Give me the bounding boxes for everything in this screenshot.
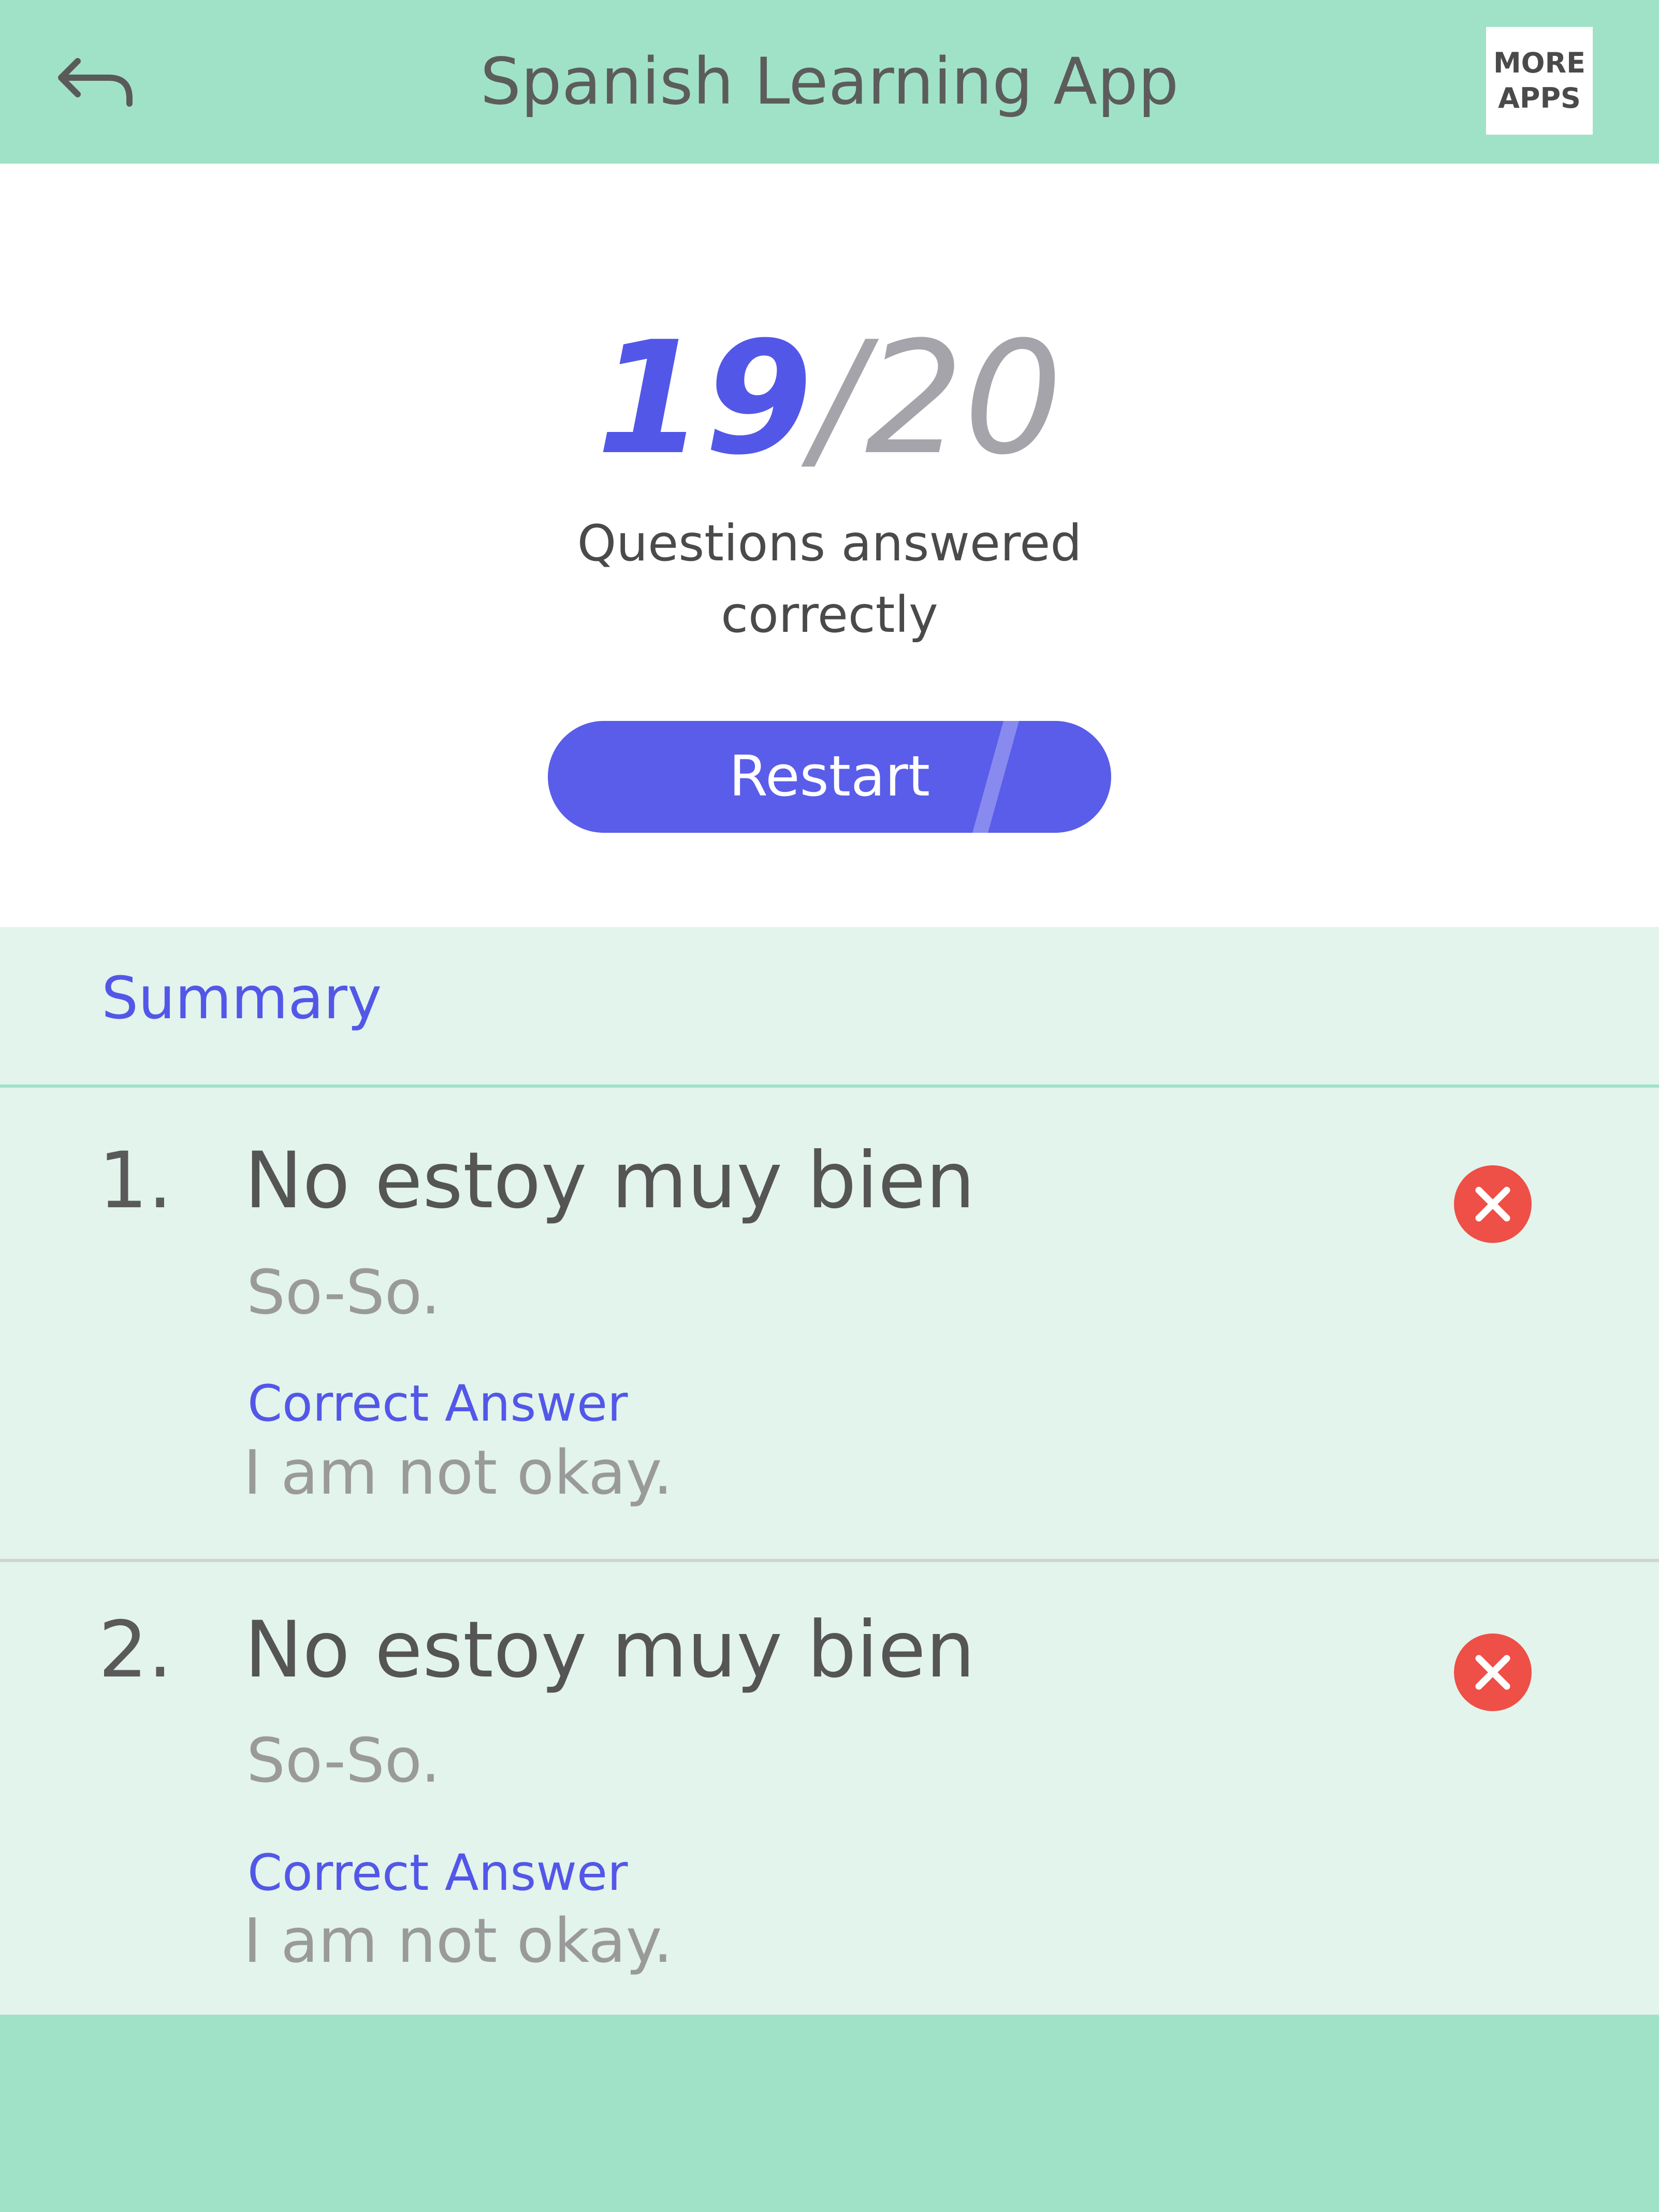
summary-divider bbox=[0, 1085, 1659, 1088]
more-apps-button[interactable]: MORE APPS bbox=[1486, 27, 1593, 135]
item-user-answer: So-So. bbox=[246, 1725, 441, 1796]
item-number: 1. bbox=[98, 1136, 173, 1226]
restart-button[interactable]: Restart bbox=[548, 721, 1111, 833]
app-title: Spanish Learning App bbox=[480, 45, 1179, 119]
score-caption-line1: Questions answered bbox=[577, 514, 1082, 572]
item-number: 2. bbox=[98, 1605, 173, 1695]
item-correct-answer-label: Correct Answer bbox=[248, 1375, 628, 1433]
more-apps-label-line1: MORE bbox=[1493, 47, 1586, 79]
score-correct: 19 bbox=[596, 308, 813, 489]
restart-label: Restart bbox=[729, 744, 930, 809]
score-caption: Questions answered correctly bbox=[0, 508, 1659, 650]
wrong-answer-icon bbox=[1454, 1633, 1532, 1711]
bottom-bar bbox=[0, 2015, 1659, 2212]
score-total: 20 bbox=[865, 308, 1063, 489]
item-correct-answer-label: Correct Answer bbox=[248, 1844, 628, 1902]
button-shine-decoration bbox=[972, 721, 1019, 833]
item-question: No estoy muy bien bbox=[244, 1136, 976, 1226]
item-correct-answer: I am not okay. bbox=[243, 1905, 673, 1976]
item-question: No estoy muy bien bbox=[244, 1605, 976, 1695]
item-divider bbox=[0, 1559, 1659, 1562]
summary-title: Summary bbox=[101, 965, 382, 1032]
more-apps-label-line2: APPS bbox=[1498, 82, 1581, 114]
score-display: 19/20 bbox=[0, 306, 1659, 492]
item-correct-answer: I am not okay. bbox=[243, 1437, 673, 1508]
app-header: Spanish Learning App MORE APPS bbox=[0, 0, 1659, 164]
score-caption-line2: correctly bbox=[721, 586, 938, 644]
wrong-answer-icon bbox=[1454, 1165, 1532, 1243]
item-user-answer: So-So. bbox=[246, 1256, 441, 1328]
score-separator: / bbox=[812, 308, 865, 489]
